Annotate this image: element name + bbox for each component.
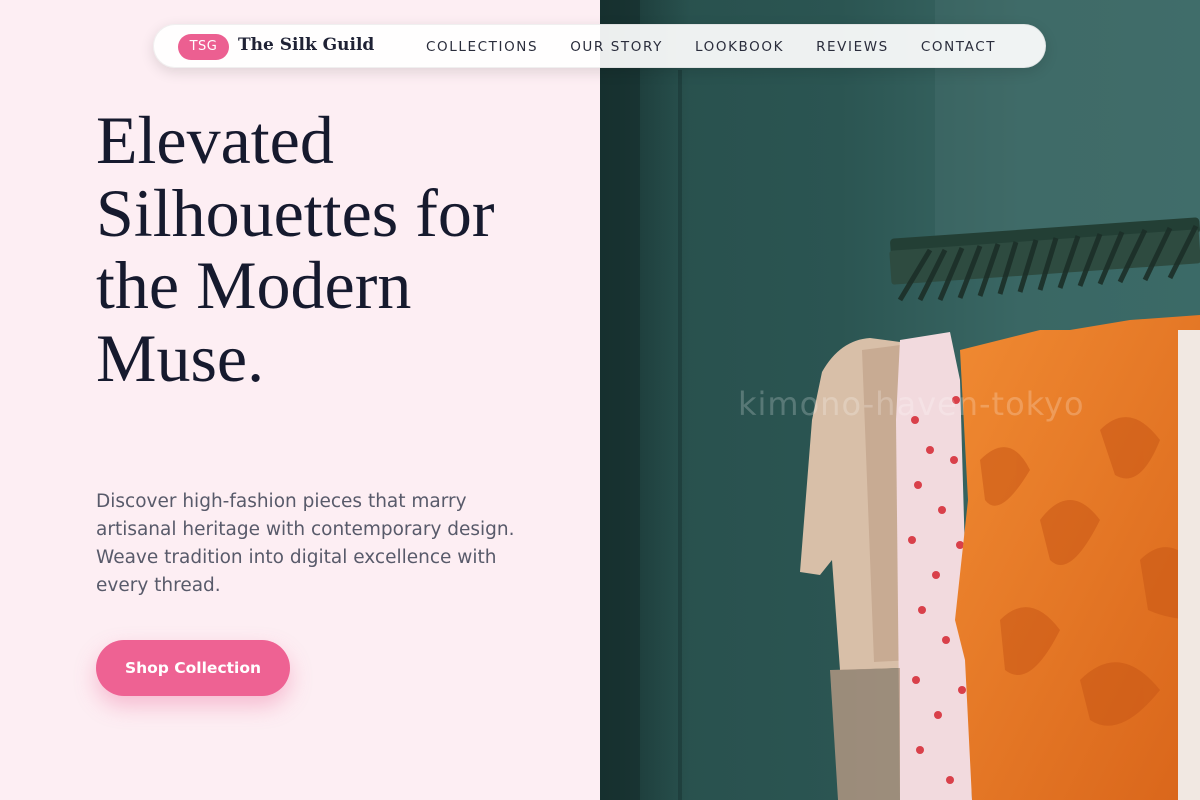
hero-description: Discover high-fashion pieces that marry … bbox=[96, 491, 515, 596]
hero-image: kimono-haven-tokyo bbox=[600, 0, 1200, 800]
nav-link-our-story[interactable]: OUR STORY bbox=[570, 39, 663, 55]
nav-link-reviews[interactable]: REVIEWS bbox=[816, 39, 889, 55]
hero-title: Elevated Silhouettes for the Modern Muse… bbox=[96, 102, 495, 396]
top-navbar: TSG The Silk Guild COLLECTIONS OUR STORY… bbox=[153, 24, 1046, 68]
shop-collection-button[interactable]: Shop Collection bbox=[96, 640, 290, 696]
image-watermark: kimono-haven-tokyo bbox=[738, 385, 1085, 423]
brand-name[interactable]: The Silk Guild bbox=[238, 35, 374, 55]
nav-links: COLLECTIONS OUR STORY LOOKBOOK REVIEWS C… bbox=[426, 25, 996, 69]
brand-logo-badge[interactable]: TSG bbox=[178, 34, 229, 60]
nav-link-lookbook[interactable]: LOOKBOOK bbox=[695, 39, 784, 55]
nav-link-contact[interactable]: CONTACT bbox=[921, 39, 996, 55]
nav-link-collections[interactable]: COLLECTIONS bbox=[426, 39, 538, 55]
